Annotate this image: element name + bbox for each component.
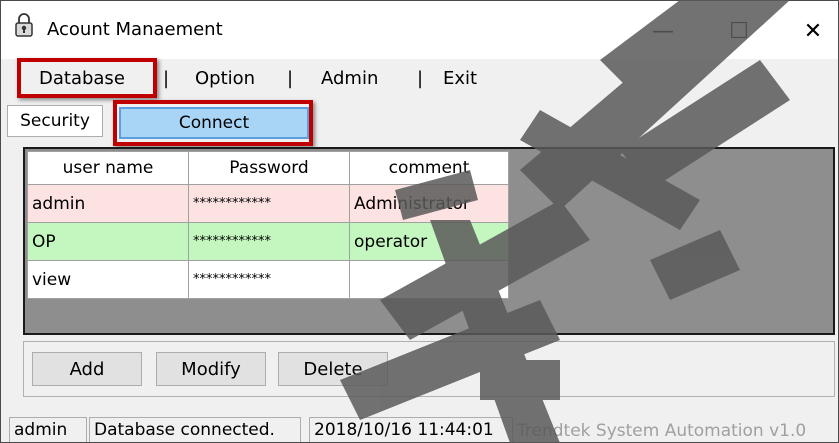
close-icon: ✕	[803, 18, 823, 44]
delete-button[interactable]: Delete	[278, 352, 388, 386]
modify-button[interactable]: Modify	[156, 352, 266, 386]
database-highlight-box	[17, 58, 157, 98]
cell-password[interactable]: ************	[188, 260, 350, 299]
status-bar: admin Database connected. 2018/10/16 11:…	[1, 413, 838, 442]
button-panel: Add Modify Delete	[23, 341, 835, 397]
status-brand: Trendtek System Automation v1.0	[517, 421, 807, 441]
cell-password[interactable]: ************	[188, 184, 350, 223]
cell-username[interactable]: admin	[27, 184, 189, 223]
cell-username[interactable]: view	[27, 260, 189, 299]
tab-security[interactable]: Security	[7, 105, 103, 137]
status-message: Database connected.	[89, 417, 301, 442]
add-button[interactable]: Add	[32, 352, 142, 386]
table-row[interactable]: view ************	[27, 260, 509, 299]
column-header-password[interactable]: Password	[188, 151, 350, 185]
title-bar: Acount Manaement — ☐ ✕	[1, 1, 838, 59]
user-grid[interactable]: user name Password comment admin *******…	[23, 147, 835, 335]
minimize-icon: —	[652, 18, 674, 44]
menu-separator: |	[163, 68, 170, 89]
cell-username[interactable]: OP	[27, 222, 189, 261]
connect-highlight-box	[113, 100, 313, 146]
minimize-button[interactable]: —	[637, 9, 689, 53]
cell-comment[interactable]	[349, 260, 509, 299]
maximize-button[interactable]: ☐	[713, 9, 765, 53]
cell-password[interactable]: ************	[188, 222, 350, 261]
window-title: Acount Manaement	[47, 19, 223, 40]
column-header-comment[interactable]: comment	[349, 151, 509, 185]
menu-separator: |	[417, 68, 424, 89]
table-header-row: user name Password comment	[27, 151, 509, 185]
user-table: user name Password comment admin *******…	[27, 151, 509, 299]
menu-exit[interactable]: Exit	[443, 68, 477, 89]
table-row[interactable]: OP ************ operator	[27, 222, 509, 261]
menu-option[interactable]: Option	[195, 68, 255, 89]
status-datetime: 2018/10/16 11:44:01	[309, 417, 513, 442]
cell-comment[interactable]: operator	[349, 222, 509, 261]
menu-separator: |	[287, 68, 294, 89]
lock-user-icon	[15, 13, 33, 37]
close-button[interactable]: ✕	[787, 9, 838, 53]
app-window: Acount Manaement — ☐ ✕ Database | Option…	[0, 0, 839, 443]
column-header-username[interactable]: user name	[27, 151, 189, 185]
status-user: admin	[9, 417, 87, 442]
menu-admin[interactable]: Admin	[321, 68, 378, 89]
table-row[interactable]: admin ************ Administrator	[27, 184, 509, 223]
maximize-icon: ☐	[729, 18, 749, 44]
cell-comment[interactable]: Administrator	[349, 184, 509, 223]
